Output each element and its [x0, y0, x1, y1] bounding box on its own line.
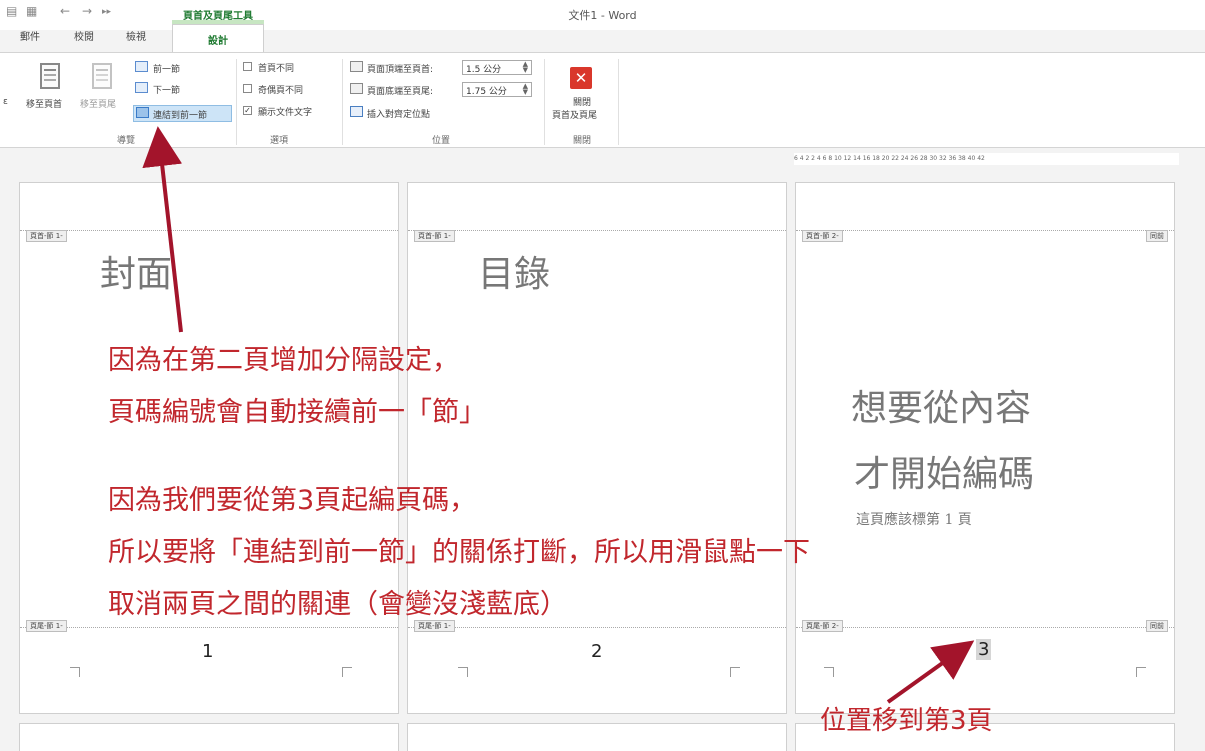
goto-header-icon[interactable] [40, 63, 60, 89]
footer-boundary [408, 627, 786, 628]
close-header-footer-icon[interactable]: ✕ [570, 67, 592, 89]
footer-bottom-value: 1.75 公分 [466, 87, 507, 97]
group-label-options: 選項 [270, 136, 289, 146]
header-section-tag: 頁首-節 2- [802, 230, 843, 242]
goto-header-button[interactable]: 移至頁首 [26, 97, 62, 110]
insert-alignment-tab-button[interactable]: 插入對齊定位點 [367, 107, 430, 120]
page-subtitle[interactable]: 這頁應該標第 1 頁 [856, 509, 972, 529]
close-label-line1[interactable]: 關閉 [573, 95, 591, 108]
page-title-line1[interactable]: 想要從內容 [851, 379, 1031, 431]
page-title[interactable]: 目錄 [478, 245, 550, 297]
annotation-line-1: 因為在第二頁增加分隔設定， [108, 345, 459, 376]
page-3: 頁首-節 2- 同前 想要從內容 才開始編碼 這頁應該標第 1 頁 頁尾-節 2… [795, 182, 1175, 714]
tab-design[interactable]: 設計 [172, 24, 264, 53]
group-divider [618, 59, 619, 145]
footer-same-as-previous-badge: 同前 [1146, 620, 1168, 632]
group-label-position: 位置 [432, 136, 451, 146]
odd-even-different-checkbox[interactable] [243, 84, 252, 93]
close-header-footer-button[interactable]: 頁首及頁尾 [552, 108, 597, 121]
same-as-previous-badge: 同前 [1146, 230, 1168, 242]
group-label-navigation: 導覽 [117, 136, 136, 146]
crop-mark [730, 667, 740, 677]
header-section-tag: 頁首-節 1- [414, 230, 455, 242]
footer-boundary [20, 627, 398, 628]
odd-even-different-label: 奇偶頁不同 [258, 86, 304, 96]
header-top-label: 頁面頂端至頁首: [367, 65, 434, 75]
tab-review[interactable]: 校閱 [74, 30, 94, 52]
goto-footer-button: 移至頁尾 [80, 100, 117, 110]
crop-mark [824, 667, 834, 677]
footer-section-tag: 頁尾-節 2- [802, 620, 843, 632]
next-section-icon[interactable] [135, 82, 148, 93]
header-boundary [408, 230, 786, 231]
show-document-text-label: 顯示文件文字 [258, 108, 313, 118]
stepper-arrows-icon[interactable]: ▲ ▼ [523, 61, 528, 74]
first-page-different-label: 首頁不同 [258, 64, 295, 74]
page-number[interactable]: 3 [976, 639, 992, 660]
link-to-previous-label: 連結到前一節 [153, 111, 208, 121]
cut-off-label: ε [3, 97, 8, 107]
group-divider [236, 59, 237, 145]
window-title: 文件1 - Word [568, 9, 637, 22]
footer-boundary [796, 627, 1174, 628]
first-page-different-checkbox[interactable] [243, 62, 252, 71]
annotation-line-2: 頁碼編號會自動接續前一「節」 [108, 397, 486, 428]
crop-mark [342, 667, 352, 677]
horizontal-ruler[interactable]: 6 4 2 2 4 6 8 10 12 14 16 18 20 22 24 26… [794, 153, 1179, 165]
header-top-stepper[interactable]: 1.5 公分 ▲ ▼ [462, 60, 532, 75]
crop-mark [70, 667, 80, 677]
footer-section-tag: 頁尾-節 1- [414, 620, 455, 632]
crop-mark [458, 667, 468, 677]
alignment-tab-icon[interactable] [350, 106, 363, 117]
header-section-tag: 頁首-節 1- [26, 230, 67, 242]
header-top-value: 1.5 公分 [466, 65, 502, 75]
stepper-arrows-icon[interactable]: ▲ ▼ [523, 83, 528, 96]
page-5 [407, 723, 787, 751]
link-icon [136, 107, 149, 118]
footer-bottom-stepper[interactable]: 1.75 公分 ▲ ▼ [462, 82, 532, 97]
annotation-line-5: 取消兩頁之間的關連（會變沒淺藍底） [108, 589, 567, 620]
page-title[interactable]: 封面 [100, 245, 172, 297]
annotation-line-4: 所以要將「連結到前一節」的關係打斷，所以用滑鼠點一下 [108, 537, 810, 568]
footer-section-tag: 頁尾-節 1- [26, 620, 67, 632]
page-2: 頁首-節 1- 目錄 頁尾-節 1- 2 [407, 182, 787, 714]
crop-mark [1136, 667, 1146, 677]
tab-view[interactable]: 檢視 [126, 30, 146, 52]
show-document-text-checkbox[interactable]: ✓ [243, 106, 252, 115]
previous-section-icon[interactable] [135, 61, 148, 72]
page-4 [19, 723, 399, 751]
page-title-line2[interactable]: 才開始編碼 [854, 445, 1034, 497]
previous-section-button[interactable]: 前一節 [153, 62, 180, 75]
ribbon: ε 移至頁首 移至頁尾 前一節 下一節 連結到前一節 導覽 首頁不同 奇偶頁不同… [0, 52, 1205, 148]
tab-mailings[interactable]: 郵件 [20, 30, 40, 52]
header-boundary [20, 230, 398, 231]
annotation-position-note: 位置移到第3頁 [820, 706, 993, 736]
header-boundary [796, 230, 1174, 231]
group-divider [544, 59, 545, 145]
goto-footer-icon [92, 63, 112, 89]
page-1: 頁首-節 1- 封面 頁尾-節 1- 1 [19, 182, 399, 714]
footer-bottom-label: 頁面底端至頁尾: [367, 87, 434, 97]
group-divider [342, 59, 343, 145]
group-label-close: 關閉 [573, 136, 592, 146]
annotation-line-3: 因為我們要從第3頁起編頁碼， [108, 485, 477, 516]
next-section-button[interactable]: 下一節 [153, 83, 180, 96]
page-number[interactable]: 1 [202, 641, 213, 662]
header-position-icon [350, 61, 363, 72]
page-number[interactable]: 2 [591, 641, 602, 662]
footer-position-icon [350, 83, 363, 94]
